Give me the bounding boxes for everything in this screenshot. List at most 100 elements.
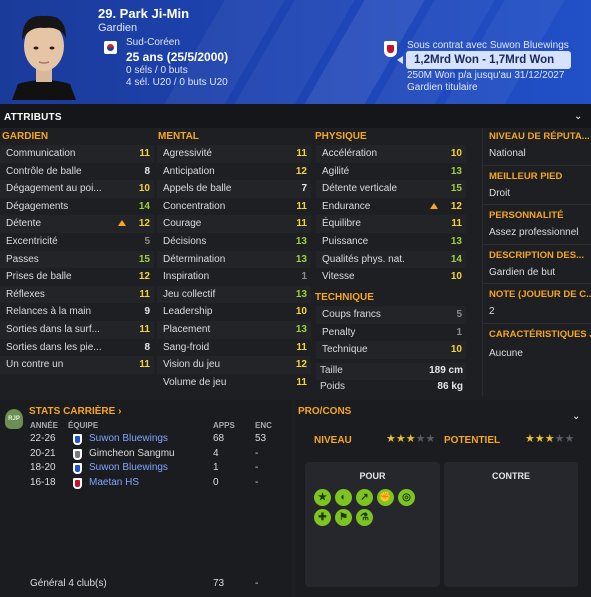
- section-technique: TECHNIQUE: [315, 292, 374, 303]
- trend-up-icon[interactable]: ↗: [356, 489, 373, 506]
- attribute-row[interactable]: Communication 11: [0, 145, 154, 163]
- career-team: Gimcheon Sangmu: [89, 447, 175, 459]
- rjp-badge: RJP: [5, 409, 23, 429]
- target-icon[interactable]: ◎: [398, 489, 415, 506]
- attribute-row[interactable]: Vision du jeu 12: [157, 356, 311, 374]
- attribute-row[interactable]: Coups francs 5: [316, 306, 466, 324]
- attribute-row[interactable]: Relances à la main 9: [0, 303, 154, 321]
- attribute-row[interactable]: Contrôle de balle 8: [0, 163, 154, 181]
- stamina-icon[interactable]: ✚: [314, 509, 331, 526]
- attribute-row[interactable]: Concentration 11: [157, 198, 311, 216]
- attribute-row[interactable]: Décisions 13: [157, 233, 311, 251]
- attribute-value: 12: [450, 200, 462, 212]
- attribute-row[interactable]: Sorties dans la surf... 11: [0, 321, 154, 339]
- attribute-row[interactable]: Dégagements 14: [0, 198, 154, 216]
- attribute-row[interactable]: Détente verticale 15: [316, 180, 466, 198]
- attribute-row[interactable]: Courage 11: [157, 215, 311, 233]
- chevron-down-icon[interactable]: ⌄: [572, 411, 580, 422]
- attribute-value: 12: [295, 165, 307, 177]
- attribute-label: Courage: [163, 218, 202, 230]
- career-apps: 68: [213, 433, 225, 444]
- attribute-row[interactable]: Agressivité 11: [157, 145, 311, 163]
- attribute-row[interactable]: Placement 13: [157, 321, 311, 339]
- career-team[interactable]: Suwon Bluewings: [89, 462, 168, 473]
- transfer-value[interactable]: 1,2Mrd Won - 1,7Mrd Won: [406, 51, 571, 69]
- attribute-value: 14: [138, 200, 150, 212]
- attribute-value: 15: [138, 253, 150, 265]
- attribute-row[interactable]: Sang-froid 11: [157, 339, 311, 357]
- pour-label: POUR: [359, 471, 386, 481]
- contre-label: CONTRE: [492, 471, 530, 481]
- career-team[interactable]: Maetan HS: [89, 477, 139, 488]
- attribute-row[interactable]: Détente 12: [0, 215, 154, 233]
- attribute-row[interactable]: Qualités phys. nat. 14: [316, 250, 466, 269]
- career-stats-title[interactable]: STATS CARRIÈRE ›: [29, 406, 121, 417]
- attribute-label: Détente verticale: [322, 183, 398, 195]
- attribute-label: Agressivité: [163, 148, 212, 159]
- attribute-row[interactable]: Un contre un 11: [0, 356, 154, 374]
- attribute-row[interactable]: Excentricité 5: [0, 233, 154, 251]
- col-apps: APPS: [213, 421, 235, 430]
- attribute-row[interactable]: Prises de balle 12: [0, 268, 154, 286]
- potential-label: POTENTIEL: [444, 435, 501, 446]
- attribute-row[interactable]: Équilibre 11: [316, 215, 466, 233]
- attribute-row[interactable]: Puissance 13: [316, 233, 466, 251]
- club-crest-icon: [73, 434, 82, 445]
- heading-icon[interactable]: ◐: [335, 489, 352, 506]
- traits-value: Aucune: [489, 348, 523, 359]
- attribute-label: Coups francs: [322, 309, 381, 320]
- attribute-row[interactable]: Endurance 12: [316, 198, 466, 216]
- attribute-row[interactable]: Passes 15: [0, 250, 154, 269]
- attribute-value: 11: [296, 341, 307, 353]
- attribute-row[interactable]: Sorties dans les pie... 8: [0, 339, 154, 357]
- star-icon: ★: [415, 433, 426, 445]
- attribute-value: 5: [456, 309, 462, 320]
- player-photo: [8, 6, 80, 100]
- attribute-row[interactable]: Vitesse 10: [316, 268, 466, 286]
- reputation-value: National: [489, 148, 526, 159]
- attribute-value: 12: [295, 359, 307, 371]
- value-pill-arrow: [397, 56, 403, 64]
- attribute-row[interactable]: Penalty 1: [316, 324, 466, 342]
- progress-arrow-icon: [430, 202, 438, 209]
- attribute-label: Concentration: [163, 200, 226, 212]
- star-icon: ★: [386, 433, 396, 445]
- nationality: Sud-Coréen: [126, 37, 180, 48]
- attribute-row[interactable]: Réflexes 11: [0, 285, 154, 304]
- attribute-value: 13: [295, 236, 307, 247]
- attribute-row[interactable]: Inspiration 1: [157, 268, 311, 286]
- attribute-label: Communication: [6, 148, 76, 159]
- attribute-label: Passes: [6, 253, 39, 265]
- attribute-row[interactable]: Anticipation 12: [157, 163, 311, 181]
- career-team[interactable]: Suwon Bluewings: [89, 433, 168, 444]
- attribute-row[interactable]: Technique 10: [316, 341, 466, 359]
- career-enc: -: [255, 462, 259, 473]
- career-total-label: Général 4 club(s): [30, 578, 107, 589]
- attribute-label: Relances à la main: [6, 306, 92, 318]
- star-icon[interactable]: ★: [314, 489, 331, 506]
- attribute-value: 12: [138, 271, 150, 283]
- attribute-value: 13: [295, 253, 307, 265]
- caps: 0 séls / 0 buts: [126, 65, 188, 76]
- muscle-icon[interactable]: ✊: [377, 489, 394, 506]
- attribute-row[interactable]: Détermination 13: [157, 250, 311, 269]
- attribute-row[interactable]: Dégagement au poi... 10: [0, 180, 154, 198]
- potion-icon[interactable]: ⚗: [356, 509, 373, 526]
- attributes-bar[interactable]: [0, 104, 591, 128]
- attribute-row[interactable]: Accélération 10: [316, 145, 466, 163]
- attribute-label: Qualités phys. nat.: [322, 253, 405, 265]
- attribute-row[interactable]: Jeu collectif 13: [157, 285, 311, 304]
- attribute-value: 11: [296, 218, 307, 230]
- attribute-label: Vitesse: [322, 271, 355, 283]
- attribute-row[interactable]: Leadership 10: [157, 303, 311, 321]
- chevron-down-icon[interactable]: ⌄: [574, 111, 582, 122]
- attribute-row[interactable]: Volume de jeu 11: [157, 374, 311, 392]
- attribute-value: 7: [301, 183, 307, 195]
- club-crest-icon: [384, 41, 397, 57]
- attribute-row[interactable]: Agilité 13: [316, 163, 466, 181]
- attribute-row[interactable]: Appels de balle 7: [157, 180, 311, 198]
- attribute-label: Accélération: [322, 148, 378, 159]
- flag-icon[interactable]: ⚑: [335, 509, 352, 526]
- divider: [483, 204, 591, 205]
- attribute-value: 13: [295, 288, 307, 300]
